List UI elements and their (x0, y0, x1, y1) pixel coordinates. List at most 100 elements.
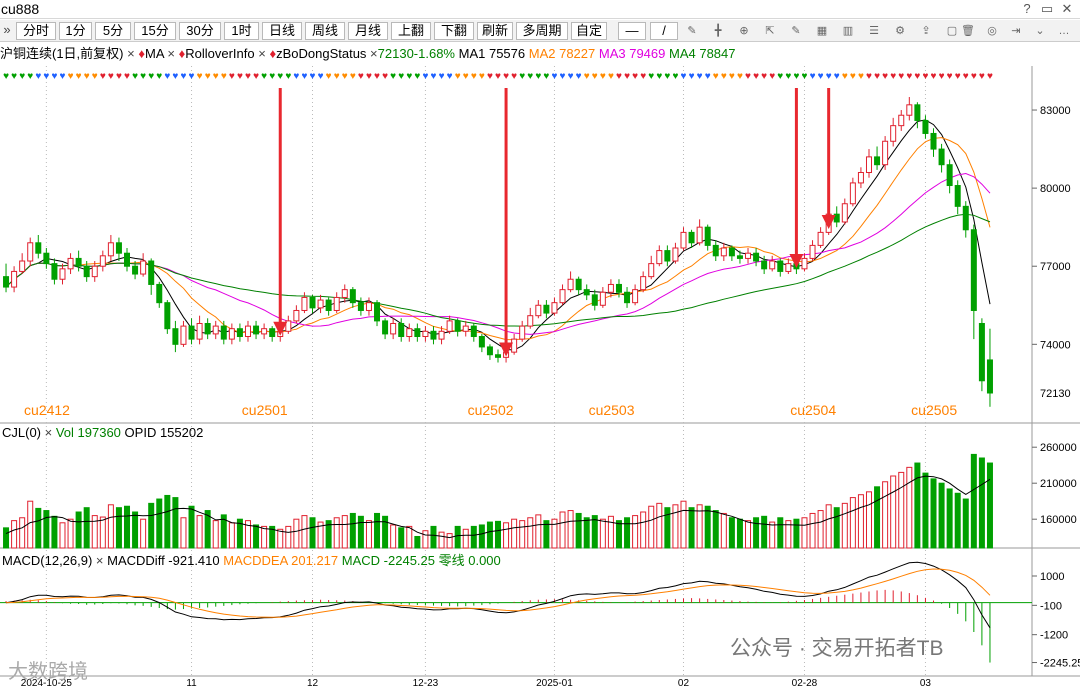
volume-bar[interactable] (728, 517, 735, 549)
volume-bar[interactable] (390, 524, 397, 549)
candle-body[interactable] (575, 278, 582, 291)
volume-bar[interactable] (11, 520, 18, 549)
volume-bar[interactable] (333, 517, 340, 549)
volume-bar[interactable] (688, 507, 695, 549)
volume-bar[interactable] (599, 518, 606, 549)
candle-body[interactable] (890, 125, 897, 142)
candle-body[interactable] (99, 255, 106, 267)
volume-bar[interactable] (769, 521, 776, 549)
candle-body[interactable] (204, 322, 211, 335)
volume-bar[interactable] (503, 522, 510, 549)
candle-body[interactable] (865, 156, 872, 174)
volume-bar[interactable] (446, 533, 453, 549)
volume-bar[interactable] (559, 511, 566, 549)
candle-body[interactable] (986, 359, 993, 394)
candle-body[interactable] (220, 325, 227, 340)
volume-bar[interactable] (640, 511, 647, 549)
volume-bar[interactable] (374, 512, 381, 549)
candle-body[interactable] (422, 330, 429, 338)
candle-body[interactable] (269, 328, 276, 338)
candle-body[interactable] (83, 265, 90, 278)
candle-body[interactable] (914, 104, 921, 121)
candle-body[interactable] (124, 252, 131, 267)
candle-body[interactable] (478, 336, 485, 348)
volume-bar[interactable] (35, 507, 42, 549)
candle-body[interactable] (849, 182, 856, 205)
volume-bar[interactable] (938, 482, 945, 549)
volume-bar[interactable] (19, 517, 26, 549)
candle-body[interactable] (470, 325, 477, 338)
volume-bar[interactable] (849, 497, 856, 549)
candle-body[interactable] (591, 294, 598, 306)
candle-body[interactable] (922, 119, 929, 134)
candle-body[interactable] (672, 247, 679, 262)
volume-bar[interactable] (156, 498, 163, 549)
volume-bar[interactable] (591, 515, 598, 549)
volume-bar[interactable] (59, 522, 66, 549)
candle-body[interactable] (438, 330, 445, 340)
candle-body[interactable] (906, 104, 913, 116)
volume-bar[interactable] (462, 528, 469, 549)
candle-body[interactable] (809, 244, 816, 259)
volume-bar[interactable] (261, 525, 268, 549)
volume-bar[interactable] (882, 481, 889, 549)
candle-body[interactable] (67, 257, 74, 270)
volume-bar[interactable] (865, 491, 872, 549)
volume-bar[interactable] (430, 525, 437, 549)
candle-body[interactable] (59, 268, 66, 280)
volume-bar[interactable] (494, 520, 502, 549)
candle-body[interactable] (253, 325, 260, 335)
candle-body[interactable] (349, 289, 356, 304)
volume-bar[interactable] (575, 512, 582, 549)
candle-body[interactable] (140, 260, 147, 275)
volume-bar[interactable] (99, 516, 106, 549)
candle-body[interactable] (228, 328, 235, 340)
volume-bar[interactable] (833, 507, 840, 549)
volume-bar[interactable] (124, 505, 131, 549)
volume-bar[interactable] (277, 528, 284, 549)
volume-bar[interactable] (946, 488, 953, 549)
candle-body[interactable] (745, 252, 752, 259)
volume-bar[interactable] (365, 520, 372, 549)
candle-body[interactable] (785, 263, 792, 272)
candle-body[interactable] (180, 325, 187, 345)
volume-indicator-name[interactable]: CJL(0) (2, 425, 41, 440)
candle-body[interactable] (357, 302, 364, 311)
volume-bar[interactable] (801, 517, 808, 549)
candle-body[interactable] (624, 291, 631, 304)
volume-bar[interactable] (309, 517, 316, 549)
indicator-rollover[interactable]: RolloverInfo (185, 46, 254, 61)
volume-bar[interactable] (672, 504, 679, 549)
candle-body[interactable] (414, 328, 421, 338)
candle-body[interactable] (728, 247, 735, 257)
volume-bar[interactable] (986, 462, 993, 549)
volume-bar[interactable] (228, 522, 235, 549)
candle-body[interactable] (446, 320, 453, 332)
volume-bar[interactable] (624, 517, 631, 549)
volume-bar[interactable] (898, 471, 905, 549)
candle-body[interactable] (978, 322, 985, 382)
volume-bar[interactable] (632, 515, 639, 549)
candle-body[interactable] (301, 296, 308, 311)
volume-bar[interactable] (736, 518, 743, 549)
candle-body[interactable] (535, 304, 542, 317)
candle-body[interactable] (148, 260, 155, 285)
candle-body[interactable] (938, 148, 945, 166)
volume-bar[interactable] (914, 462, 921, 549)
candle-body[interactable] (35, 242, 42, 254)
candle-body[interactable] (325, 299, 332, 311)
volume-bar[interactable] (704, 505, 711, 549)
candle-body[interactable] (559, 289, 566, 304)
volume-bar[interactable] (978, 457, 985, 549)
volume-bar[interactable] (43, 510, 50, 549)
volume-bar[interactable] (293, 518, 300, 549)
volume-bar[interactable] (970, 453, 977, 549)
volume-bar[interactable] (83, 507, 90, 549)
candle-body[interactable] (696, 226, 703, 244)
volume-bar[interactable] (825, 504, 832, 549)
candle-body[interactable] (543, 304, 550, 314)
chart-canvas[interactable]: ♥ ♥ ♥ ♥ ♥ ♥ ♥ ♥ ♥ ♥ ♥ ♥ ♥ ♥ ♥ ♥ ♥ ♥ ♥ ♥ ♥ ♥ ♥ ♥ ♥ ♥ ♥ ♥ ♥ ♥ ♥ ♥ ♥ ♥ ♥ ♥ ♥ ♥ ♥ ♥… (0, 0, 1080, 688)
candle-body[interactable] (817, 231, 824, 246)
candle-body[interactable] (43, 252, 50, 265)
candle-body[interactable] (398, 322, 405, 338)
